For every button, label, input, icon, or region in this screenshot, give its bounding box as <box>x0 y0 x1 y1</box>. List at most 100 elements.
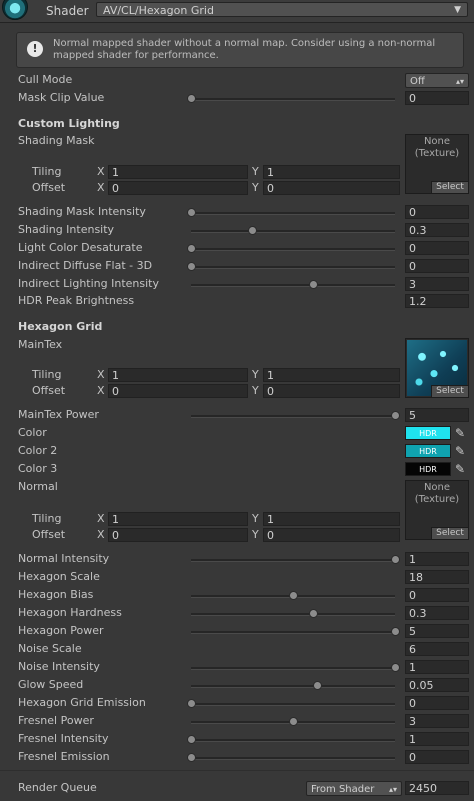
slider-thumb[interactable] <box>391 555 400 564</box>
maintex-power-slider[interactable] <box>187 410 400 422</box>
tiling-x-label: X <box>97 165 105 178</box>
normal-label: Normal <box>18 480 58 493</box>
texture-none-line2: (Texture) <box>414 148 460 159</box>
tiling-x-label: X <box>97 368 105 381</box>
tiling-y-field[interactable]: 1 <box>263 512 400 526</box>
shading-mask-intensity-slider[interactable] <box>187 207 399 219</box>
eyedropper-icon[interactable]: ✎ <box>453 462 467 476</box>
tiling-y-field[interactable]: 1 <box>263 368 400 382</box>
hexagon-bias-field[interactable]: 0 <box>405 588 469 602</box>
fresnel-intensity-field[interactable]: 1 <box>405 732 469 746</box>
slider-track <box>191 703 395 706</box>
eyedropper-icon[interactable]: ✎ <box>453 444 467 458</box>
cull-mode-dropdown[interactable]: Off ▴▾ <box>405 73 469 88</box>
color-label: Color <box>18 426 47 439</box>
offset-x-field[interactable]: 0 <box>108 528 248 542</box>
mask-clip-slider[interactable] <box>187 93 399 105</box>
noise-scale-field[interactable]: 6 <box>405 642 469 656</box>
tiling-y-label: Y <box>252 165 259 178</box>
fresnel-emission-field[interactable]: 0 <box>405 750 469 764</box>
slider-thumb[interactable] <box>187 699 196 708</box>
offset-y-field[interactable]: 0 <box>263 528 400 542</box>
hexagon-scale-field[interactable]: 18 <box>405 570 469 584</box>
slider-thumb[interactable] <box>187 735 196 744</box>
slider-thumb[interactable] <box>391 411 400 420</box>
hexagon-power-field[interactable]: 5 <box>405 624 469 638</box>
tiling-label: Tiling <box>32 165 62 178</box>
noise-scale-label: Noise Scale <box>18 642 82 655</box>
tiling-x-field[interactable]: 1 <box>108 368 248 382</box>
shading-intensity-label: Shading Intensity <box>18 223 115 236</box>
tiling-x-field[interactable]: 1 <box>108 165 248 179</box>
shader-dropdown[interactable]: AV/CL/Hexagon Grid ▼ <box>96 2 468 17</box>
hexagon-power-slider[interactable] <box>187 626 400 638</box>
cull-mode-value: Off <box>410 76 425 87</box>
maintex-texture-slot[interactable]: Select <box>405 338 469 398</box>
normal-select-button[interactable]: Select <box>431 527 468 539</box>
glow-speed-label: Glow Speed <box>18 678 84 691</box>
slider-thumb[interactable] <box>289 591 298 600</box>
hdr-peak-field[interactable]: 1.2 <box>405 294 469 308</box>
shading-intensity-slider[interactable] <box>187 225 399 237</box>
texture-none-line1: None <box>423 482 451 493</box>
hexagon-bias-slider[interactable] <box>187 590 399 602</box>
slider-thumb[interactable] <box>391 663 400 672</box>
slider-thumb[interactable] <box>187 244 196 253</box>
fresnel-power-slider[interactable] <box>187 716 399 728</box>
shading-mask-select-button[interactable]: Select <box>431 181 468 193</box>
cull-mode-label: Cull Mode <box>18 73 73 86</box>
normal-texture-slot[interactable]: None (Texture) Select <box>405 480 469 540</box>
slider-thumb[interactable] <box>289 717 298 726</box>
hexagon-grid-header: Hexagon Grid <box>18 320 103 333</box>
fresnel-power-field[interactable]: 3 <box>405 714 469 728</box>
divider <box>0 770 474 771</box>
hexagon-hardness-slider[interactable] <box>187 608 399 620</box>
offset-x-field[interactable]: 0 <box>108 384 248 398</box>
slider-thumb[interactable] <box>248 226 258 235</box>
normal-intensity-slider[interactable] <box>187 554 400 566</box>
color-3-swatch[interactable]: HDR <box>405 462 451 476</box>
tiling-y-field[interactable]: 1 <box>263 165 400 179</box>
noise-intensity-slider[interactable] <box>187 662 400 674</box>
maintex-power-field[interactable]: 5 <box>405 408 469 422</box>
light-color-desaturate-slider[interactable] <box>187 243 399 255</box>
indirect-lighting-intensity-field[interactable]: 3 <box>405 277 469 291</box>
shading-mask-intensity-field[interactable]: 0 <box>405 205 469 219</box>
slider-thumb[interactable] <box>313 681 323 690</box>
offset-y-field[interactable]: 0 <box>263 384 400 398</box>
color-swatch[interactable]: HDR <box>405 426 451 440</box>
slider-thumb[interactable] <box>187 262 196 271</box>
color-2-swatch[interactable]: HDR <box>405 444 451 458</box>
slider-thumb[interactable] <box>309 280 319 289</box>
mask-clip-field[interactable]: 0 <box>405 91 469 105</box>
slider-thumb[interactable] <box>187 94 196 103</box>
slider-thumb[interactable] <box>187 208 196 217</box>
offset-x-field[interactable]: 0 <box>108 181 248 195</box>
light-color-desaturate-field[interactable]: 0 <box>405 241 469 255</box>
fresnel-emission-slider[interactable] <box>187 752 399 764</box>
slider-thumb[interactable] <box>187 753 196 762</box>
hexagon-grid-emission-field[interactable]: 0 <box>405 696 469 710</box>
indirect-lighting-intensity-slider[interactable] <box>187 279 399 291</box>
slider-thumb[interactable] <box>309 609 319 618</box>
shading-intensity-field[interactable]: 0.3 <box>405 223 469 237</box>
normal-intensity-field[interactable]: 1 <box>405 552 469 566</box>
noise-intensity-field[interactable]: 1 <box>405 660 469 674</box>
glow-speed-field[interactable]: 0.05 <box>405 678 469 692</box>
glow-speed-slider[interactable] <box>187 680 399 692</box>
slider-thumb[interactable] <box>391 627 400 636</box>
texture-none-label: None (Texture) <box>406 482 468 506</box>
indirect-diffuse-flat-3d-field[interactable]: 0 <box>405 259 469 273</box>
offset-y-field[interactable]: 0 <box>263 181 400 195</box>
render-queue-dropdown[interactable]: From Shader ▴▾ <box>306 781 402 796</box>
tiling-x-field[interactable]: 1 <box>108 512 248 526</box>
shading-mask-texture-slot[interactable]: None (Texture) Select <box>405 134 469 194</box>
hexagon-hardness-field[interactable]: 0.3 <box>405 606 469 620</box>
maintex-select-button[interactable]: Select <box>431 385 468 397</box>
indirect-diffuse-flat-3d-slider[interactable] <box>187 261 399 273</box>
fresnel-intensity-slider[interactable] <box>187 734 399 746</box>
slider-track <box>191 248 395 251</box>
eyedropper-icon[interactable]: ✎ <box>453 426 467 440</box>
render-queue-field[interactable]: 2450 <box>405 781 469 795</box>
hexagon-grid-emission-slider[interactable] <box>187 698 399 710</box>
